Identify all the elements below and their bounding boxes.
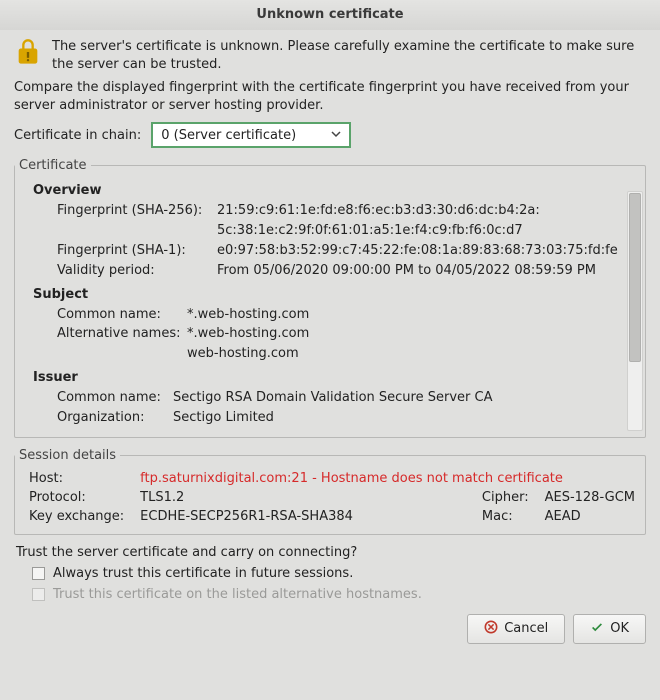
validity-label: Validity period:: [57, 262, 211, 281]
cancel-icon: [484, 620, 498, 638]
issuer-cn-label: Common name:: [57, 389, 167, 408]
issuer-org-label: Organization:: [57, 409, 167, 428]
cipher-label: Cipher:: [482, 490, 529, 505]
chain-selected-value: 0 (Server certificate): [161, 128, 296, 143]
certificate-fieldset: Certificate Overview Fingerprint (SHA-25…: [14, 158, 646, 438]
session-legend: Session details: [15, 448, 120, 463]
scrollbar-thumb[interactable]: [629, 193, 641, 361]
chevron-down-icon: [331, 128, 341, 143]
fp1-label: Fingerprint (SHA-1):: [57, 242, 211, 261]
host-label: Host:: [29, 471, 124, 486]
trust-question: Trust the server certificate and carry o…: [16, 545, 644, 560]
ok-label: OK: [610, 621, 629, 636]
cancel-label: Cancel: [504, 621, 548, 636]
mac-value: AEAD: [545, 509, 635, 524]
intro-line-2: Compare the displayed fingerprint with t…: [14, 79, 646, 114]
window-title: Unknown certificate: [0, 0, 660, 30]
proto-label: Protocol:: [29, 490, 124, 505]
cancel-button[interactable]: Cancel: [467, 614, 565, 644]
mac-label: Mac:: [482, 509, 529, 524]
subject-head: Subject: [33, 287, 633, 302]
host-value: ftp.saturnixdigital.com:21 - Hostname do…: [140, 471, 635, 486]
always-trust-label: Always trust this certificate in future …: [53, 566, 353, 581]
subject-cn-value: *.web-hosting.com: [187, 306, 309, 325]
subject-cn-label: Common name:: [57, 306, 181, 325]
alt-trust-label: Trust this certificate on the listed alt…: [53, 587, 422, 602]
chain-select[interactable]: 0 (Server certificate): [151, 122, 351, 148]
cipher-value: AES-128-GCM: [545, 490, 635, 505]
ok-button[interactable]: OK: [573, 614, 646, 644]
ok-icon: [590, 620, 604, 638]
subject-alt-value-2: web-hosting.com: [187, 345, 299, 364]
always-trust-checkbox[interactable]: [32, 567, 45, 580]
alt-trust-checkbox: [32, 588, 45, 601]
certificate-scrollbar[interactable]: [627, 191, 643, 431]
proto-value: TLS1.2: [140, 490, 466, 505]
subject-alt-value-1: *.web-hosting.com: [187, 325, 309, 344]
fp256-value-2: 5c:38:1e:c2:9f:0f:61:01:a5:1e:f4:c9:fb:f…: [217, 222, 523, 241]
subject-alt-label: Alternative names:: [57, 325, 181, 344]
kex-value: ECDHE-SECP256R1-RSA-SHA384: [140, 509, 466, 524]
fp256-label: Fingerprint (SHA-256):: [57, 202, 211, 221]
issuer-cn-value: Sectigo RSA Domain Validation Secure Ser…: [173, 389, 492, 408]
fp1-value: e0:97:58:b3:52:99:c7:45:22:fe:08:1a:89:8…: [217, 242, 618, 261]
issuer-head: Issuer: [33, 370, 633, 385]
always-trust-row[interactable]: Always trust this certificate in future …: [32, 566, 646, 581]
chain-label: Certificate in chain:: [14, 128, 141, 143]
validity-value: From 05/06/2020 09:00:00 PM to 04/05/202…: [217, 262, 596, 281]
fp256-value-1: 21:59:c9:61:1e:fd:e8:f6:ec:b3:d3:30:d6:d…: [217, 202, 540, 221]
certificate-legend: Certificate: [15, 158, 91, 173]
intro-line-1: The server's certificate is unknown. Ple…: [52, 38, 646, 73]
lock-warning-icon: [14, 38, 42, 70]
alt-trust-row: Trust this certificate on the listed alt…: [32, 587, 646, 602]
overview-head: Overview: [33, 183, 633, 198]
issuer-org-value: Sectigo Limited: [173, 409, 274, 428]
session-fieldset: Session details Host: ftp.saturnixdigita…: [14, 448, 646, 535]
kex-label: Key exchange:: [29, 509, 124, 524]
